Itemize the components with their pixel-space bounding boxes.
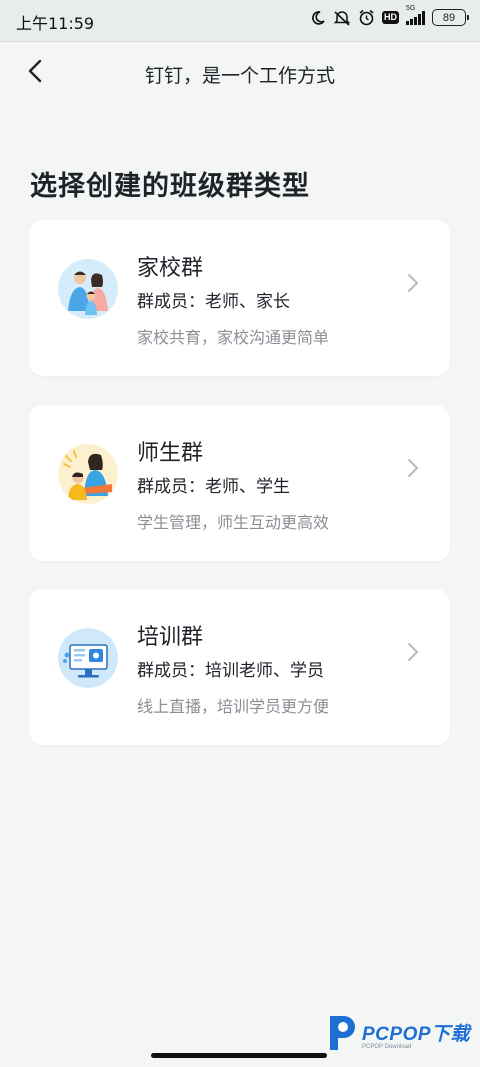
group-type-card-home-school[interactable]: 家校群 群成员：老师、家长 家校共育，家校沟通更简单 — [29, 220, 450, 376]
home-indicator[interactable] — [151, 1053, 327, 1058]
card-members: 群成员：老师、学生 — [137, 477, 290, 497]
card-title: 培训群 — [137, 625, 204, 650]
card-title: 师生群 — [137, 441, 204, 466]
card-title: 家校群 — [137, 256, 204, 281]
network-label: 5G — [406, 4, 416, 12]
training-screen-illustration-icon — [58, 628, 118, 688]
moon-icon — [310, 10, 326, 26]
group-type-card-teacher-student[interactable]: 师生群 群成员：老师、学生 学生管理，师生互动更高效 — [29, 405, 450, 561]
card-description: 家校共育，家校沟通更简单 — [137, 328, 330, 347]
chevron-right-icon — [406, 457, 420, 479]
watermark-logo: PCPOP下载 PCPOP Download — [324, 1012, 470, 1056]
family-illustration-icon — [58, 259, 118, 319]
chevron-right-icon — [406, 641, 420, 663]
header: 钉钉，是一个工作方式 — [0, 42, 480, 102]
page-title: 钉钉，是一个工作方式 — [144, 65, 335, 87]
watermark-main: PCPOP下载 — [362, 1023, 471, 1045]
chevron-right-icon — [406, 272, 420, 294]
screen: 上午11:59 HD 5G 89 钉钉，是一个工作方式 选择创建的班级群类型 家… — [0, 0, 480, 1067]
battery-icon: 89 — [432, 9, 469, 26]
teacher-student-illustration-icon — [58, 444, 118, 504]
card-description: 学生管理，师生互动更高效 — [137, 513, 330, 532]
watermark-sub: PCPOP Download — [362, 1043, 412, 1050]
status-icons: HD 5G 89 — [310, 5, 469, 26]
alarm-icon — [358, 9, 375, 26]
pcpop-logo-icon — [324, 1012, 358, 1056]
status-bar: 上午11:59 HD 5G 89 — [0, 0, 480, 42]
signal-icon: 5G — [406, 5, 425, 25]
card-members: 群成员：老师、家长 — [137, 292, 290, 312]
hd-badge: HD — [382, 11, 399, 24]
watermark-text: PCPOP下载 PCPOP Download — [362, 1019, 470, 1050]
status-time: 上午11:59 — [16, 14, 95, 33]
card-members: 群成员：培训老师、学员 — [137, 661, 324, 681]
group-type-card-training[interactable]: 培训群 群成员：培训老师、学员 线上直播，培训学员更方便 — [29, 589, 450, 745]
section-title: 选择创建的班级群类型 — [30, 171, 310, 202]
card-description: 线上直播，培训学员更方便 — [137, 697, 330, 716]
mute-icon — [333, 10, 351, 26]
